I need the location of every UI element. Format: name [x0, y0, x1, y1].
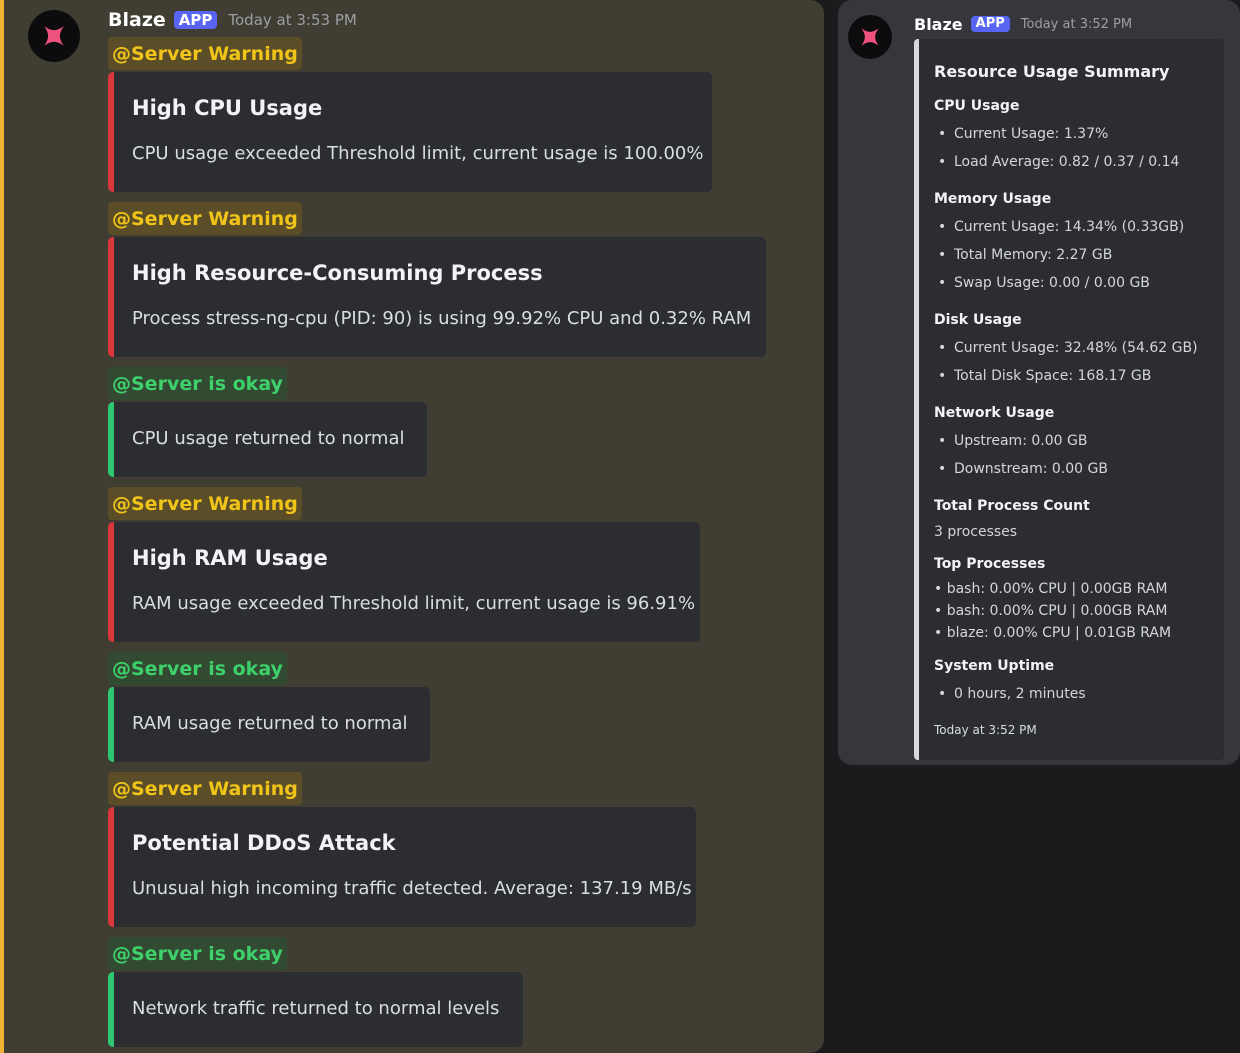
message-header: Blaze APP Today at 3:53 PM [108, 6, 357, 34]
memory-total: Total Memory: 2.27 GB [954, 247, 1113, 263]
author-name[interactable]: Blaze [914, 15, 963, 34]
network-upstream: Upstream: 0.00 GB [954, 433, 1088, 449]
embed-color-bar [108, 807, 114, 927]
recovery-embed: Network traffic returned to normal level… [108, 972, 523, 1047]
bullet-icon: • [938, 247, 947, 263]
server-warning-mention[interactable]: @Server Warning [108, 487, 302, 520]
embed-title: High RAM Usage [132, 546, 328, 570]
bullet-icon: • [938, 219, 947, 235]
pink-four-point-star-icon [861, 28, 879, 46]
app-badge: APP [173, 10, 218, 30]
top-process-item: • bash: 0.00% CPU | 0.00GB RAM [934, 603, 1168, 619]
server-ok-mention[interactable]: @Server is okay [108, 367, 287, 400]
embed-description: Process stress-ng-cpu (PID: 90) is using… [132, 308, 752, 329]
embed-description: CPU usage returned to normal [132, 428, 405, 449]
pink-four-point-star-icon [44, 26, 64, 46]
embed-title: High Resource-Consuming Process [132, 261, 543, 285]
recovery-embed: CPU usage returned to normal [108, 402, 427, 477]
highlight-accent-bar [0, 0, 4, 1053]
recovery-embed: RAM usage returned to normal [108, 687, 430, 762]
memory-swap-usage: Swap Usage: 0.00 / 0.00 GB [954, 275, 1150, 291]
blaze-avatar[interactable] [848, 15, 892, 59]
embed-color-bar [108, 72, 114, 192]
embed-description: Unusual high incoming traffic detected. … [132, 878, 692, 899]
embed-title: High CPU Usage [132, 96, 323, 120]
system-uptime-heading: System Uptime [934, 658, 1055, 674]
embed-color-bar [108, 237, 114, 357]
server-ok-mention[interactable]: @Server is okay [108, 937, 287, 970]
top-process-item: • blaze: 0.00% CPU | 0.01GB RAM [934, 625, 1172, 641]
embed-description: CPU usage exceeded Threshold limit, curr… [132, 143, 704, 164]
bullet-icon: • [938, 154, 947, 170]
bullet-icon: • [938, 461, 947, 477]
network-usage-heading: Network Usage [934, 405, 1055, 421]
cpu-current-usage: Current Usage: 1.37% [954, 126, 1109, 142]
blaze-avatar[interactable] [28, 10, 80, 62]
embed-description: RAM usage returned to normal [132, 713, 408, 734]
top-processes-heading: Top Processes [934, 556, 1046, 572]
bullet-icon: • [938, 686, 947, 702]
embed-color-bar [914, 39, 919, 760]
resource-summary-embed [914, 39, 1224, 760]
alert-embed: High RAM Usage RAM usage exceeded Thresh… [108, 522, 700, 642]
summary-title: Resource Usage Summary [934, 62, 1170, 81]
embed-description: RAM usage exceeded Threshold limit, curr… [132, 593, 696, 614]
alert-embed: High Resource-Consuming Process Process … [108, 237, 766, 357]
process-count-value: 3 processes [934, 524, 1018, 540]
author-name[interactable]: Blaze [108, 9, 166, 31]
embed-title: Potential DDoS Attack [132, 831, 396, 855]
embed-color-bar [108, 687, 114, 762]
disk-usage-heading: Disk Usage [934, 312, 1022, 328]
embed-description: Network traffic returned to normal level… [132, 998, 500, 1019]
embed-footer-timestamp: Today at 3:52 PM [934, 723, 1037, 737]
server-warning-mention[interactable]: @Server Warning [108, 37, 302, 70]
system-uptime-value: 0 hours, 2 minutes [954, 686, 1086, 702]
app-badge: APP [970, 15, 1010, 33]
server-warning-mention[interactable]: @Server Warning [108, 772, 302, 805]
server-ok-mention[interactable]: @Server is okay [108, 652, 287, 685]
message-timestamp[interactable]: Today at 3:53 PM [228, 11, 356, 29]
network-downstream: Downstream: 0.00 GB [954, 461, 1108, 477]
memory-current-usage: Current Usage: 14.34% (0.33GB) [954, 219, 1185, 235]
alert-embed: High CPU Usage CPU usage exceeded Thresh… [108, 72, 712, 192]
bullet-icon: • [938, 126, 947, 142]
alert-embed: Potential DDoS Attack Unusual high incom… [108, 807, 696, 927]
message-header: Blaze APP Today at 3:52 PM [914, 11, 1132, 37]
disk-total-space: Total Disk Space: 168.17 GB [954, 368, 1152, 384]
server-warning-mention[interactable]: @Server Warning [108, 202, 302, 235]
cpu-usage-heading: CPU Usage [934, 98, 1020, 114]
process-count-heading: Total Process Count [934, 498, 1090, 514]
bullet-icon: • [938, 433, 947, 449]
memory-usage-heading: Memory Usage [934, 191, 1052, 207]
disk-current-usage: Current Usage: 32.48% (54.62 GB) [954, 340, 1198, 356]
bullet-icon: • [938, 275, 947, 291]
message-timestamp[interactable]: Today at 3:52 PM [1021, 17, 1132, 32]
bullet-icon: • [938, 340, 947, 356]
top-process-item: • bash: 0.00% CPU | 0.00GB RAM [934, 581, 1168, 597]
bullet-icon: • [938, 368, 947, 384]
embed-color-bar [108, 402, 114, 477]
cpu-load-average: Load Average: 0.82 / 0.37 / 0.14 [954, 154, 1180, 170]
embed-color-bar [108, 522, 114, 642]
embed-color-bar [108, 972, 114, 1047]
